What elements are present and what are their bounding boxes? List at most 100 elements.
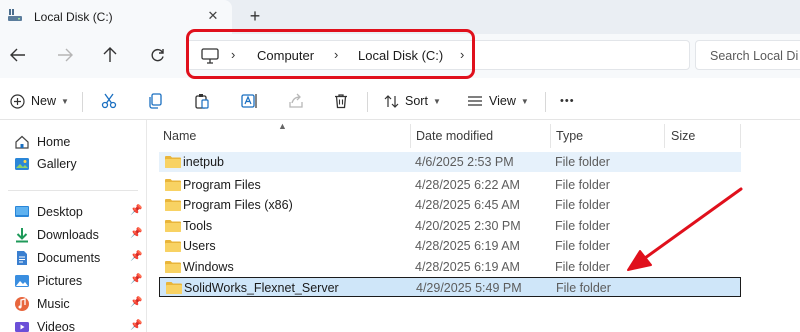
pin-icon[interactable]: 📌 [130,228,142,240]
file-date-modified: 4/28/2025 6:19 AM [415,260,520,274]
table-row[interactable]: Program Files (x86) 4/28/2025 6:45 AM File… [159,195,741,215]
sidebar-item-downloads[interactable]: Downloads 📌 [14,225,142,245]
column-divider[interactable] [664,124,665,148]
videos-icon [15,322,29,332]
navigation-pane: Home Gallery Desktop 📌 Downloads 📌 Docum… [0,120,146,332]
paste-button[interactable] [194,91,210,111]
sidebar-item-label: Home [37,135,71,149]
close-tab-icon[interactable]: ✕ [204,7,222,25]
table-row[interactable]: inetpub 4/6/2025 2:53 PM File folder [159,152,741,172]
file-name: Program Files [183,178,261,192]
more-options-button[interactable]: ••• [560,91,575,111]
file-list: ▲ Name Date modified Type Size inetpub 4/… [147,120,800,332]
plus-circle-icon [10,93,25,109]
file-name: Windows [183,260,234,274]
delete-button[interactable] [333,91,349,111]
desktop-icon [15,206,29,217]
share-button[interactable] [288,91,304,111]
folder-icon [165,179,181,191]
chevron-down-icon: ▼ [520,96,529,106]
file-name: SolidWorks_Flexnet_Server [184,281,339,295]
divider [8,190,138,191]
arrow-right-icon [58,48,73,62]
table-row[interactable]: SolidWorks_Flexnet_Server 4/29/2025 5:49 … [159,277,741,297]
rename-icon [241,94,257,108]
sidebar-item-documents[interactable]: Documents 📌 [14,248,142,268]
up-button[interactable] [98,44,122,66]
column-header-date[interactable]: Date modified [416,129,493,143]
copy-button[interactable] [147,91,163,111]
pin-icon[interactable]: 📌 [130,251,142,263]
forward-button[interactable] [53,44,77,66]
new-tab-button[interactable]: + [244,5,266,27]
file-type: File folder [555,155,610,169]
folder-icon [165,156,181,168]
table-row[interactable]: Program Files 4/28/2025 6:22 AM File folde… [159,175,741,195]
file-date-modified: 4/28/2025 6:22 AM [415,178,520,192]
sidebar-item-label: Documents [37,251,101,265]
table-row[interactable]: Users 4/28/2025 6:19 AM File folder [159,236,741,256]
sort-button[interactable]: Sort ▼ [384,91,441,111]
table-row[interactable]: Tools 4/20/2025 2:30 PM File folder [159,216,741,236]
file-name: Tools [183,219,213,233]
file-type: File folder [555,239,610,253]
column-divider[interactable] [740,124,741,148]
sidebar-item-label: Desktop [37,205,83,219]
file-date-modified: 4/6/2025 2:53 PM [415,155,514,169]
file-type: File folder [555,178,610,192]
home-icon [15,135,29,149]
sort-label: Sort [405,94,428,108]
share-icon [289,93,303,108]
gallery-icon [15,158,29,170]
column-divider[interactable] [550,124,551,148]
refresh-icon [151,48,164,61]
pin-icon[interactable]: 📌 [130,297,142,309]
file-date-modified: 4/28/2025 6:45 AM [415,198,520,212]
column-header-type[interactable]: Type [556,129,583,143]
arrow-up-icon [103,47,117,62]
back-button[interactable] [6,44,30,66]
trash-icon [335,94,347,109]
arrow-left-icon [10,48,25,62]
chevron-down-icon: ▼ [61,96,69,106]
sidebar-item-music[interactable]: Music 📌 [14,294,142,314]
file-type: File folder [556,281,611,295]
drive-icon [8,9,22,21]
file-name: inetpub [183,155,225,169]
folder-icon [165,261,181,273]
downloads-icon [16,228,28,243]
pin-icon[interactable]: 📌 [130,205,142,217]
sidebar-item-gallery[interactable]: Gallery [14,154,142,174]
table-row[interactable]: Windows 4/28/2025 6:19 AM File folder [159,257,741,277]
file-date-modified: 4/29/2025 5:49 PM [416,281,522,295]
view-list-icon [468,96,482,106]
cut-button[interactable] [101,91,117,111]
tab-title: Local Disk (C:) [34,10,113,24]
pin-icon[interactable]: 📌 [130,320,142,332]
more-icon: ••• [560,95,575,107]
sidebar-item-desktop[interactable]: Desktop 📌 [14,202,142,222]
column-header-size[interactable]: Size [671,129,695,143]
divider [367,92,368,112]
folder-icon [165,220,181,232]
sidebar-item-pictures[interactable]: Pictures 📌 [14,271,142,291]
new-button[interactable]: New ▼ [10,91,69,111]
sidebar-item-home[interactable]: Home [14,132,142,152]
search-box[interactable]: Search Local Di [695,40,800,70]
sidebar-item-videos[interactable]: Videos 📌 [14,317,142,332]
scissors-icon [101,93,117,109]
refresh-button[interactable] [145,44,169,66]
sidebar-item-label: Pictures [37,274,83,288]
music-icon [15,297,29,311]
view-button[interactable]: View ▼ [467,91,529,111]
file-date-modified: 4/20/2025 2:30 PM [415,219,521,233]
column-divider[interactable] [410,124,411,148]
rename-button[interactable] [241,91,259,111]
column-header-name[interactable]: Name [163,129,196,143]
file-type: File folder [555,198,610,212]
sort-ascending-icon: ▲ [278,121,287,131]
divider [82,92,83,112]
view-label: View [489,94,516,108]
pin-icon[interactable]: 📌 [130,274,142,286]
folder-icon [166,282,182,294]
